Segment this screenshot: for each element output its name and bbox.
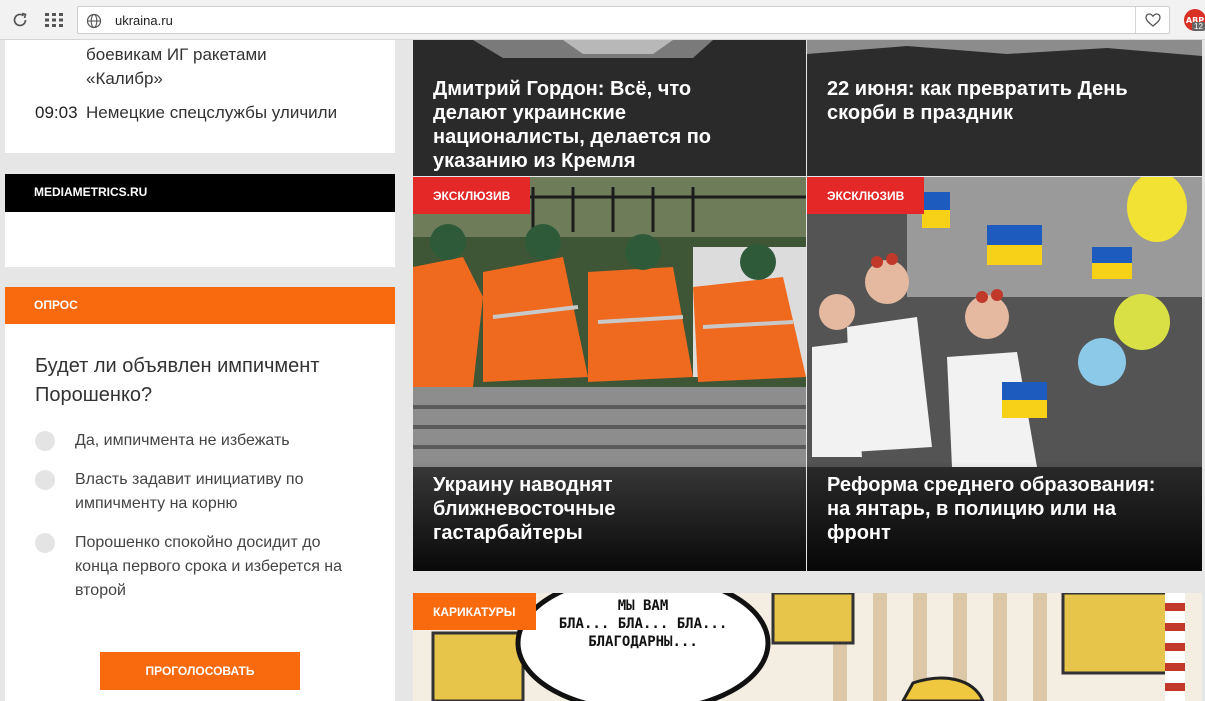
adblock-count-badge: 12 (1192, 22, 1205, 31)
url-text[interactable]: ukraina.ru (115, 13, 173, 28)
heart-icon[interactable] (1135, 7, 1169, 33)
bubble-line: БЛАГОДАРНЫ... (588, 634, 698, 650)
poll-header-label: ОПРОС (34, 298, 78, 312)
news-item-continuation-2[interactable]: «Калибр» (86, 67, 163, 91)
article-title[interactable]: Украину наводнят ближневосточные гастарб… (433, 473, 733, 545)
address-bar[interactable]: ukraina.ru (77, 6, 1170, 34)
article-tile[interactable]: 22 июня: как превратить День скорби в пр… (807, 40, 1202, 176)
reload-icon[interactable] (8, 8, 32, 32)
poll-option-label[interactable]: Порошенко спокойно досидит до конца перв… (75, 531, 365, 603)
bubble-line: БЛА... БЛА... БЛА... (558, 616, 728, 632)
exclusive-tag[interactable]: ЭКСКЛЮЗИВ (807, 177, 925, 214)
poll-option-label[interactable]: Власть задавит инициативу по импичменту … (75, 468, 365, 516)
cartoon-tile[interactable]: МЫ ВАМ БЛА... БЛА... БЛА... БЛАГОДАРНЫ..… (413, 593, 1202, 701)
article-tile[interactable]: ЭКСКЛЮЗИВ Украину наводнят ближневосточн… (413, 177, 806, 571)
news-headline[interactable]: Немецкие спецслужбы уличили (86, 101, 337, 125)
article-title[interactable]: 22 июня: как превратить День скорби в пр… (827, 77, 1182, 125)
news-time: 09:03 (35, 103, 78, 122)
mediametrics-label[interactable]: MEDIAMETRICS.RU (34, 185, 147, 199)
mediametrics-widget (5, 212, 395, 267)
poll-question: Будет ли объявлен импичмент Порошенко? (35, 355, 320, 406)
browser-toolbar: ukraina.ru ABP 12 (0, 0, 1205, 40)
article-title[interactable]: Дмитрий Гордон: Всё, что делают украинск… (433, 77, 763, 173)
speech-bubble-text: МЫ ВАМ БЛА... БЛА... БЛА... БЛАГОДАРНЫ..… (553, 597, 733, 651)
article-title[interactable]: Реформа среднего образования: на янтарь,… (827, 473, 1182, 545)
globe-icon (86, 13, 102, 29)
article-tile[interactable]: ЭКСКЛЮЗИВ Реформа среднего образования: … (807, 177, 1202, 571)
news-feed: боевикам ИГ ракетами «Калибр» 09:03 Неме… (5, 40, 395, 153)
radio-button[interactable] (35, 470, 55, 490)
vote-button[interactable]: ПРОГОЛОСОВАТЬ (100, 652, 300, 690)
bubble-line: МЫ ВАМ (617, 598, 669, 614)
poll-widget: Будет ли объявлен импичмент Порошенко? Д… (5, 324, 395, 701)
speed-dial-icon[interactable] (42, 8, 66, 32)
radio-button[interactable] (35, 431, 55, 451)
poll-option-label[interactable]: Да, импичмента не избежать (75, 429, 365, 453)
article-tile[interactable]: Дмитрий Гордон: Всё, что делают украинск… (413, 40, 806, 176)
poll-header: ОПРОС (5, 287, 395, 324)
exclusive-tag[interactable]: ЭКСКЛЮЗИВ (413, 177, 531, 214)
radio-button[interactable] (35, 533, 55, 553)
cartoons-tag[interactable]: КАРИКАТУРЫ (413, 593, 536, 630)
news-item-continuation[interactable]: боевикам ИГ ракетами (86, 43, 267, 67)
mediametrics-header[interactable]: MEDIAMETRICS.RU (5, 174, 395, 212)
